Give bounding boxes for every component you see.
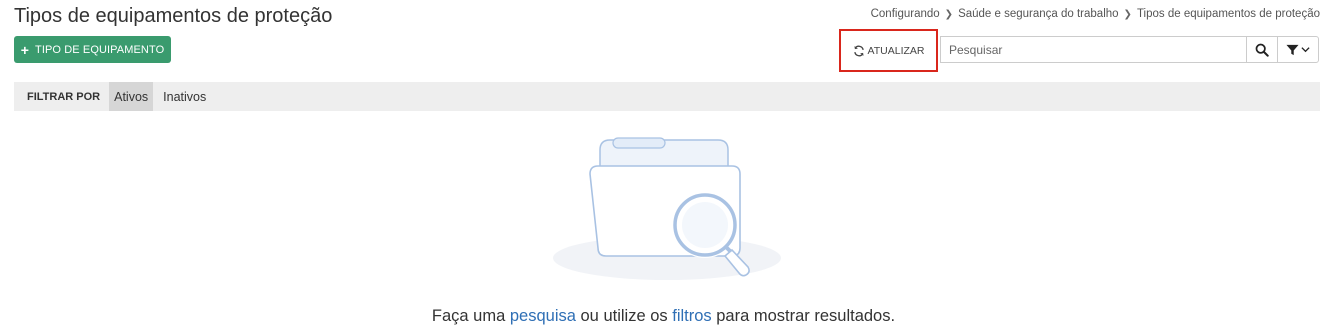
filter-icon	[1286, 44, 1299, 55]
breadcrumb-item-current: Tipos de equipamentos de proteção	[1136, 8, 1320, 20]
filters-link[interactable]: filtros	[672, 307, 711, 325]
search-input[interactable]	[940, 36, 1247, 63]
chevron-right-icon: ❯	[1123, 8, 1132, 20]
empty-text-after: para mostrar resultados.	[711, 307, 896, 325]
chevron-right-icon: ❯	[944, 8, 954, 20]
filter-by-label: FILTRAR POR	[27, 90, 101, 103]
empty-text-middle: ou utilize os	[575, 307, 673, 325]
breadcrumb: Configurando ❯ Saúde e segurança do trab…	[871, 8, 1320, 20]
search-button[interactable]	[1246, 36, 1278, 63]
refresh-button[interactable]: ATUALIZAR	[839, 29, 938, 72]
tab-inativos[interactable]: Inativos	[153, 82, 211, 111]
page-title: Tipos de equipamentos de proteção	[14, 5, 333, 27]
empty-text-before: Faça uma	[431, 307, 510, 325]
breadcrumb-item-saude-seguranca[interactable]: Saúde e segurança do trabalho	[958, 8, 1118, 20]
breadcrumb-item-configurando[interactable]: Configurando	[871, 8, 940, 20]
tab-ativos[interactable]: Ativos	[109, 82, 154, 111]
refresh-label: ATUALIZAR	[867, 44, 925, 57]
search-icon	[1255, 43, 1269, 57]
chevron-down-icon	[1301, 47, 1310, 53]
filter-bar: FILTRAR POR Ativos Inativos	[14, 82, 1320, 111]
refresh-icon	[853, 45, 864, 56]
filter-dropdown-button[interactable]	[1277, 36, 1319, 63]
add-equipment-type-button[interactable]: + TIPO DE EQUIPAMENTO	[14, 36, 171, 63]
search-link[interactable]: pesquisa	[510, 307, 576, 325]
add-equipment-type-label: TIPO DE EQUIPAMENTO	[35, 43, 165, 56]
plus-icon: +	[20, 41, 30, 58]
empty-state-message: Faça uma pesquisa ou utilize os filtros …	[0, 307, 1327, 326]
folder-search-illustration	[553, 137, 781, 280]
